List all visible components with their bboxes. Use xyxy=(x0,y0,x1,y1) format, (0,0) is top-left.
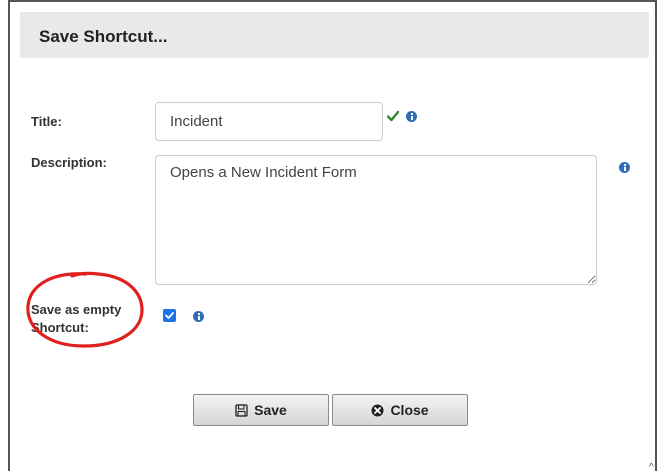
save-button-label: Save xyxy=(254,402,287,418)
empty-shortcut-info-icon[interactable] xyxy=(193,311,204,322)
valid-checkmark-icon xyxy=(387,110,399,122)
save-shortcut-dialog: Save Shortcut... Title: Description: Ope… xyxy=(8,0,657,473)
checkbox-check-icon xyxy=(165,312,174,319)
save-button[interactable]: Save xyxy=(193,394,329,426)
description-info-icon[interactable] xyxy=(619,162,630,173)
circle-x-icon xyxy=(371,404,384,417)
title-input[interactable] xyxy=(155,102,383,141)
dialog-title: Save Shortcut... xyxy=(39,27,168,46)
empty-shortcut-label-line2: Shortcut: xyxy=(31,320,89,335)
scroll-up-icon[interactable]: ^ xyxy=(649,462,654,473)
title-label: Title: xyxy=(31,114,62,129)
empty-shortcut-label: Save as empty Shortcut: xyxy=(31,301,121,337)
title-info-icon[interactable] xyxy=(406,111,417,122)
empty-shortcut-checkbox[interactable] xyxy=(163,309,176,322)
description-textarea[interactable]: Opens a New Incident Form xyxy=(155,155,597,285)
close-button[interactable]: Close xyxy=(332,394,468,426)
description-label: Description: xyxy=(31,155,107,170)
close-button-label: Close xyxy=(390,402,429,418)
dialog-header: Save Shortcut... xyxy=(20,12,649,58)
floppy-disk-icon xyxy=(235,403,248,417)
empty-shortcut-label-line1: Save as empty xyxy=(31,302,122,317)
